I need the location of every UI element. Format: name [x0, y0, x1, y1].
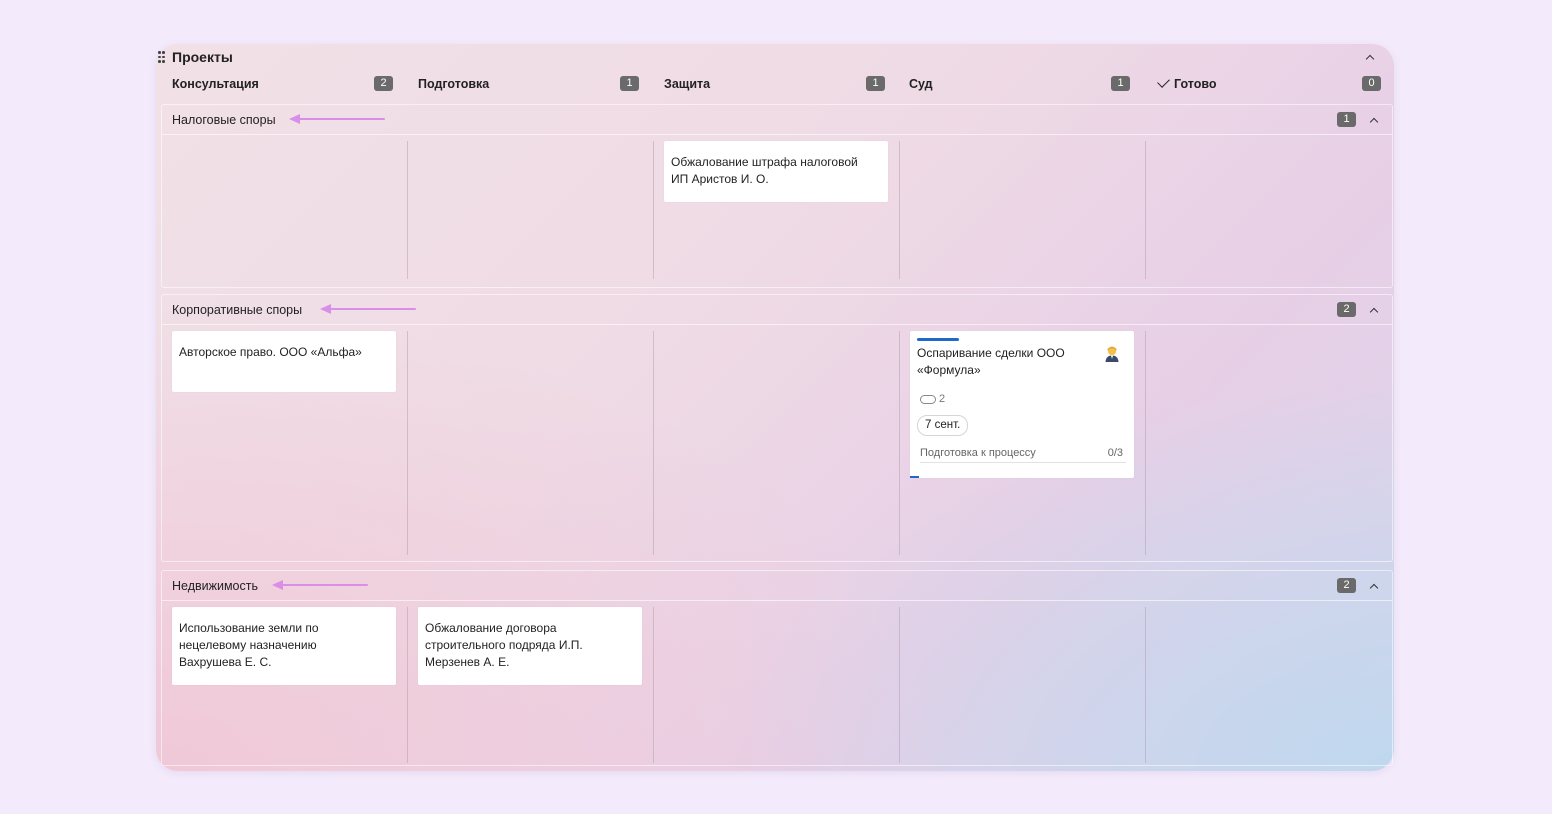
card-title: Авторское право. ООО «Альфа»	[179, 345, 362, 359]
column-count-badge: 0	[1362, 76, 1381, 91]
column-divider	[1145, 607, 1146, 763]
user-avatar-icon[interactable]	[1104, 345, 1120, 363]
column-name: Готово	[1174, 77, 1217, 91]
task-card[interactable]: Оспаривание сделки ООО «Формула» 2 7 сен…	[910, 331, 1134, 478]
column-divider	[407, 607, 408, 763]
task-card[interactable]: Обжалование штрафа налоговой ИП Аристов …	[664, 141, 888, 202]
column-header-preparation[interactable]: Подготовка 1	[412, 74, 642, 94]
board-title: Проекты	[172, 49, 233, 65]
progress-indicator	[910, 476, 919, 478]
swimlane-corporate-disputes: Корпоративные споры 2 Авторское право. О…	[161, 294, 1393, 562]
card-title: Обжалование договора строительного подря…	[425, 621, 583, 669]
swimlane-title: Корпоративные споры	[172, 303, 303, 317]
card-title: Обжалование штрафа налоговой ИП Аристов …	[671, 155, 858, 186]
swimlane-count-badge: 2	[1337, 302, 1356, 317]
swimlane-tax-disputes: Налоговые споры 1 Обжалование штрафа нал…	[161, 104, 1393, 288]
column-name: Подготовка	[418, 77, 490, 91]
swimlane-title: Недвижимость	[172, 579, 258, 593]
column-divider	[407, 141, 408, 279]
column-divider	[899, 141, 900, 279]
attachments-count: 2	[920, 393, 945, 405]
task-card[interactable]: Использование земли по нецелевому назнач…	[172, 607, 396, 685]
checklist-progress-track	[920, 462, 1126, 463]
task-card[interactable]: Авторское право. ООО «Альфа»	[172, 331, 396, 392]
board-header: Проекты	[156, 44, 1394, 70]
swimlane-count-badge: 2	[1337, 578, 1356, 593]
task-card[interactable]: Обжалование договора строительного подря…	[418, 607, 642, 685]
chevron-up-icon[interactable]	[1370, 116, 1378, 124]
chevron-up-icon[interactable]	[1370, 306, 1378, 314]
swimlane-count-badge: 1	[1337, 112, 1356, 127]
card-title: Использование земли по нецелевому назнач…	[179, 621, 319, 669]
column-header-court[interactable]: Суд 1	[903, 74, 1133, 94]
swimlane-header[interactable]: Корпоративные споры 2	[162, 295, 1392, 325]
swimlane-real-estate: Недвижимость 2 Использование земли по не…	[161, 570, 1393, 766]
column-divider	[899, 607, 900, 763]
kanban-board: Проекты Консультация 2 Подготовка 1 Защи…	[156, 44, 1394, 771]
checklist-title: Подготовка к процессу	[920, 447, 1036, 459]
checklist-progress: 0/3	[1107, 447, 1123, 459]
column-header-defense[interactable]: Защита 1	[658, 74, 888, 94]
column-header-consultation[interactable]: Консультация 2	[166, 74, 396, 94]
swimlane-title: Налоговые споры	[172, 113, 276, 127]
column-divider	[899, 331, 900, 555]
column-name: Консультация	[172, 77, 259, 91]
paperclip-icon	[920, 394, 936, 404]
attachments-value: 2	[939, 393, 946, 405]
swimlane-header[interactable]: Налоговые споры 1	[162, 105, 1392, 135]
drag-handle-icon[interactable]	[158, 51, 166, 64]
column-divider	[1145, 141, 1146, 279]
column-divider	[653, 141, 654, 279]
column-header-done[interactable]: Готово 0	[1150, 74, 1384, 94]
chevron-up-icon[interactable]	[1366, 53, 1374, 61]
column-divider	[407, 331, 408, 555]
swimlane-header[interactable]: Недвижимость 2	[162, 571, 1392, 601]
chevron-up-icon[interactable]	[1370, 582, 1378, 590]
column-divider	[653, 607, 654, 763]
arrow-left-icon	[289, 113, 385, 125]
column-count-badge: 2	[374, 76, 393, 91]
column-count-badge: 1	[620, 76, 639, 91]
column-name: Защита	[664, 77, 711, 91]
arrow-left-icon	[272, 579, 368, 591]
due-date-badge[interactable]: 7 сент.	[917, 415, 969, 436]
check-icon	[1157, 75, 1170, 88]
column-divider	[1145, 331, 1146, 555]
column-name: Суд	[909, 77, 933, 91]
card-title: Оспаривание сделки ООО «Формула»	[917, 346, 1065, 377]
column-divider	[653, 331, 654, 555]
column-count-badge: 1	[1111, 76, 1130, 91]
card-color-label	[917, 338, 959, 341]
column-count-badge: 1	[866, 76, 885, 91]
arrow-left-icon	[320, 303, 416, 315]
